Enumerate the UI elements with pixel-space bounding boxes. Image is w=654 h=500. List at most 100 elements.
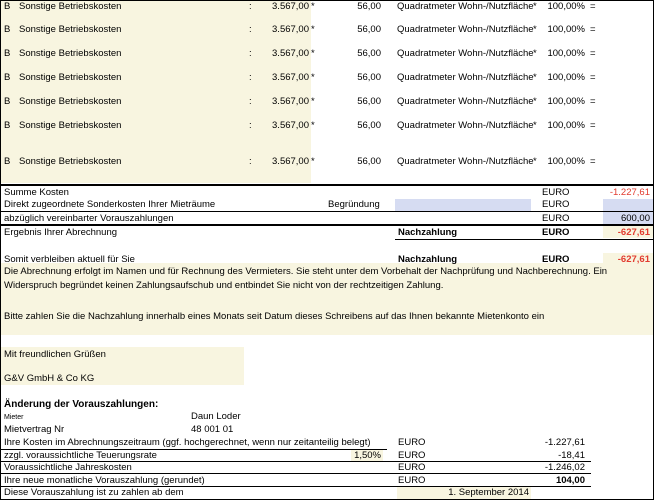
costs-currency: EURO [398, 437, 426, 448]
contract-value[interactable]: 48 001 01 [191, 424, 233, 436]
cost-basis: Quadratmeter Wohn-/Nutzfläche [397, 24, 534, 35]
cost-factor[interactable]: 56,00 [331, 72, 381, 84]
cost-amount[interactable]: 3.567,00 [251, 120, 309, 132]
cost-eq: = [590, 72, 596, 83]
cost-factor[interactable]: 56,00 [331, 120, 381, 132]
cost-eq: = [590, 1, 596, 12]
cost-code: B [4, 24, 11, 35]
cost-op: * [311, 48, 315, 59]
cost-percent[interactable]: 100,00% [541, 156, 585, 168]
cost-basis: Quadratmeter Wohn-/Nutzfläche [397, 48, 534, 59]
greeting: Mit freundlichen Grüßen [4, 349, 106, 360]
result-value[interactable]: -627,61 [591, 227, 650, 239]
cost-percent[interactable]: 100,00% [541, 96, 585, 108]
cost-percent[interactable]: 100,00% [541, 24, 585, 36]
cost-amount[interactable]: 3.567,00 [251, 72, 309, 84]
cost-op: * [311, 72, 315, 83]
cost-eq: = [590, 48, 596, 59]
company-name: G&V GmbH & Co KG [4, 373, 95, 384]
cost-percent[interactable]: 100,00% [541, 1, 585, 13]
cost-op: * [311, 24, 315, 35]
cost-label: Sonstige Betriebskosten [19, 96, 122, 107]
cost-code: B [4, 96, 11, 107]
prepayment-change-title: Änderung der Vorauszahlungen: [4, 399, 159, 410]
result-type: Nachzahlung [398, 227, 458, 238]
cost-basis: Quadratmeter Wohn-/Nutzfläche [397, 72, 534, 83]
cost-label: Sonstige Betriebskosten [19, 24, 122, 35]
cost-factor[interactable]: 56,00 [331, 24, 381, 36]
remain-type: Nachzahlung [398, 254, 458, 265]
cost-op2: * [533, 24, 537, 35]
result-label: Ergebnis Ihrer Abrechnung [4, 227, 118, 238]
cost-amount[interactable]: 3.567,00 [251, 24, 309, 36]
cost-row[interactable]: B Sonstige Betriebskosten : 3.567,00 * 5… [1, 1, 653, 13]
cost-basis: Quadratmeter Wohn-/Nutzfläche [397, 96, 534, 107]
cost-eq: = [590, 24, 596, 35]
cost-row[interactable]: B Sonstige Betriebskosten : 3.567,00 * 5… [1, 120, 653, 132]
cost-op2: * [533, 96, 537, 107]
costs-value[interactable]: -1.227,61 [521, 437, 585, 449]
cost-eq: = [590, 120, 596, 131]
cost-label: Sonstige Betriebskosten [19, 48, 122, 59]
cost-row[interactable]: B Sonstige Betriebskosten : 3.567,00 * 5… [1, 48, 653, 60]
cost-op2: * [533, 48, 537, 59]
remain-label: Somit verbleiben aktuell für Sie [4, 254, 135, 265]
direct-costs-border [1, 211, 653, 212]
tenant-label: Mieter [4, 414, 24, 421]
cost-code: B [4, 120, 11, 131]
cost-op2: * [533, 120, 537, 131]
cost-factor[interactable]: 56,00 [331, 96, 381, 108]
sum-currency: EURO [542, 187, 570, 198]
direct-costs-label: Direkt zugeordnete Sonderkosten Ihrer Mi… [4, 199, 216, 210]
cost-row[interactable]: B Sonstige Betriebskosten : 3.567,00 * 5… [1, 24, 653, 36]
reason-input-fill [395, 199, 531, 211]
cost-amount[interactable]: 3.567,00 [251, 48, 309, 60]
contract-label: Mietvertrag Nr [4, 424, 65, 435]
cost-amount[interactable]: 3.567,00 [251, 156, 309, 168]
cost-code: B [4, 156, 11, 167]
cost-code: B [4, 72, 11, 83]
tenant-value[interactable]: Daun Loder [191, 411, 241, 423]
cost-amount[interactable]: 3.567,00 [251, 1, 309, 13]
cost-label: Sonstige Betriebskosten [19, 1, 122, 12]
cost-code: B [4, 48, 11, 59]
cost-eq: = [590, 96, 596, 107]
cost-factor[interactable]: 56,00 [331, 48, 381, 60]
cost-op2: * [533, 156, 537, 167]
payment-instruction: Bitte zahlen Sie die Nachzahlung innerha… [4, 311, 545, 322]
cost-label: Sonstige Betriebskosten [19, 156, 122, 167]
notice-line-1: Die Abrechnung erfolgt im Namen und für … [4, 266, 608, 277]
costs-label: Ihre Kosten im Abrechnungszeitraum (ggf.… [4, 437, 371, 448]
cost-code: B [4, 1, 11, 12]
annual-border [1, 473, 591, 474]
cost-percent[interactable]: 100,00% [541, 120, 585, 132]
result-bottom-border [395, 239, 653, 240]
cost-label: Sonstige Betriebskosten [19, 72, 122, 83]
notice-line-2: Widerspruch begründet keinen Zahlungsauf… [4, 280, 444, 291]
cost-factor[interactable]: 56,00 [331, 1, 381, 13]
cost-amount[interactable]: 3.567,00 [251, 96, 309, 108]
cost-row[interactable]: B Sonstige Betriebskosten : 3.567,00 * 5… [1, 96, 653, 108]
result-top-border [1, 224, 653, 226]
cost-op2: * [533, 1, 537, 12]
cost-percent[interactable]: 100,00% [541, 48, 585, 60]
cost-percent[interactable]: 100,00% [541, 72, 585, 84]
direct-currency: EURO [542, 199, 570, 210]
reason-label: Begründung [328, 199, 380, 210]
cost-eq: = [590, 156, 596, 167]
cost-op2: * [533, 72, 537, 83]
start-label: Diese Vorauszahlung ist zu zahlen ab dem [4, 487, 184, 498]
cost-row[interactable]: B Sonstige Betriebskosten : 3.567,00 * 5… [1, 156, 653, 168]
cost-factor[interactable]: 56,00 [331, 156, 381, 168]
remain-value[interactable]: -627,61 [591, 254, 650, 266]
cost-basis: Quadratmeter Wohn-/Nutzfläche [397, 120, 534, 131]
cost-row[interactable]: B Sonstige Betriebskosten : 3.567,00 * 5… [1, 72, 653, 84]
sum-value[interactable]: -1.227,61 [591, 187, 650, 199]
cost-op: * [311, 1, 315, 12]
sum-label: Summe Kosten [4, 187, 69, 198]
start-date[interactable]: 1. September 2014 [421, 487, 529, 499]
spreadsheet: B Sonstige Betriebskosten : 3.567,00 * 5… [0, 0, 654, 500]
cost-op: * [311, 156, 315, 167]
cost-op: * [311, 120, 315, 131]
cost-basis: Quadratmeter Wohn-/Nutzfläche [397, 156, 534, 167]
